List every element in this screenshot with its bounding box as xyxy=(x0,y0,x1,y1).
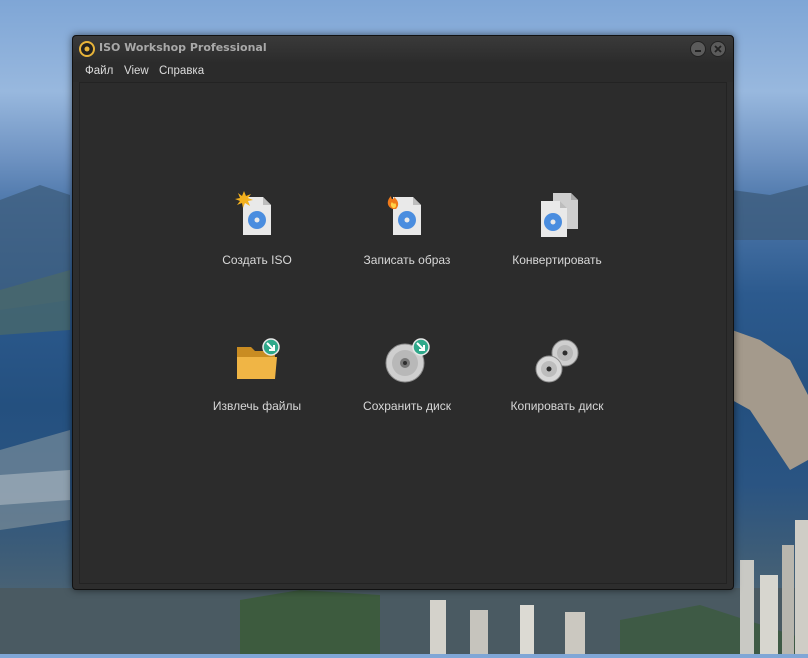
extract-files-label: Извлечь файлы xyxy=(212,399,302,413)
convert-icon xyxy=(541,193,578,237)
save-disc-icon xyxy=(385,338,430,383)
app-window: ISO Workshop Professional Файл View Спра… xyxy=(72,35,734,590)
window-title: ISO Workshop Professional xyxy=(99,41,267,54)
create-iso-button[interactable]: Создать ISO xyxy=(192,191,322,301)
create-iso-label: Создать ISO xyxy=(222,253,292,267)
close-icon xyxy=(714,45,722,53)
actions-panel: Создать ISO Записать образ Конвертироват… xyxy=(79,82,727,584)
extract-files-button[interactable]: Извлечь файлы xyxy=(192,337,322,447)
burn-image-icon xyxy=(387,196,421,235)
menu-view[interactable]: View xyxy=(124,65,149,77)
minimize-button[interactable] xyxy=(690,41,706,57)
copy-disc-label: Копировать диск xyxy=(510,399,604,413)
copy-disc-button[interactable]: Копировать диск xyxy=(492,337,622,447)
close-button[interactable] xyxy=(710,41,726,57)
copy-disc-icon xyxy=(535,339,579,383)
burn-image-label: Записать образ xyxy=(363,253,451,267)
menu-help[interactable]: Справка xyxy=(159,65,204,77)
menu-file[interactable]: Файл xyxy=(85,65,113,77)
extract-folder-icon xyxy=(237,338,280,379)
menu-bar: Файл View Справка xyxy=(73,62,733,82)
save-disc-button[interactable]: Сохранить диск xyxy=(342,337,472,447)
convert-button[interactable]: Конвертировать xyxy=(492,191,622,301)
burn-image-button[interactable]: Записать образ xyxy=(342,191,472,301)
convert-label: Конвертировать xyxy=(512,253,602,267)
minimize-icon xyxy=(695,50,701,52)
app-logo-icon xyxy=(79,41,95,57)
create-iso-icon xyxy=(235,191,271,235)
title-bar[interactable]: ISO Workshop Professional xyxy=(73,36,733,62)
save-disc-label: Сохранить диск xyxy=(363,399,451,413)
